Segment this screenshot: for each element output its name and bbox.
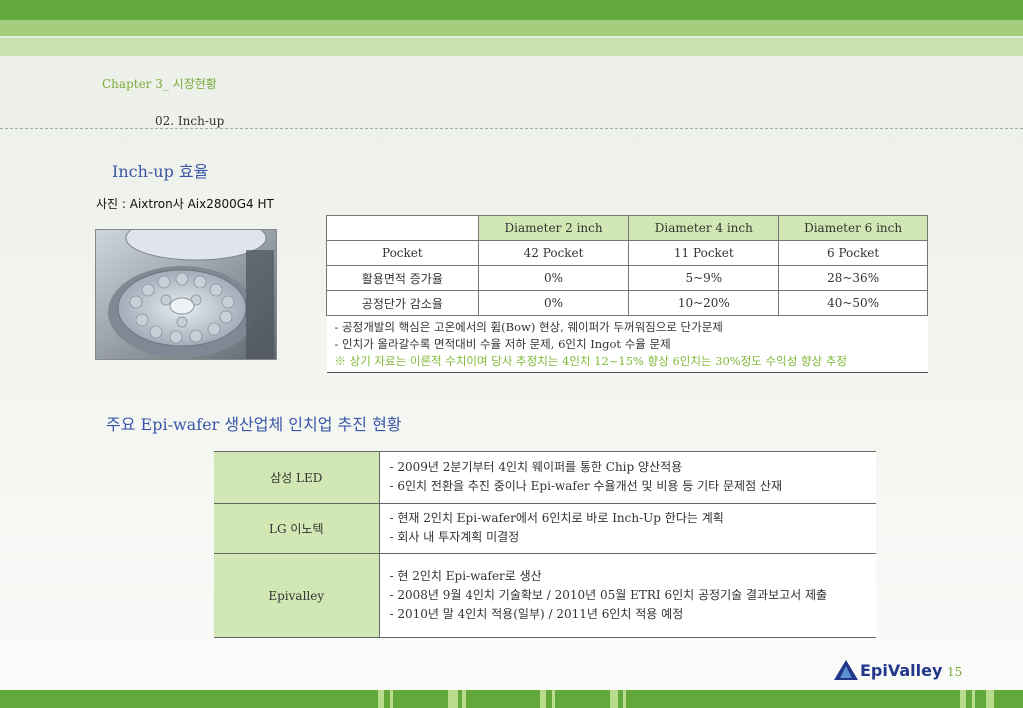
chapter-title: Chapter 3_ 시장현황: [102, 77, 217, 91]
company-description: - 현 2인치 Epi-wafer로 생산 - 2008년 9월 4인치 기술확…: [379, 553, 876, 638]
company-label: LG 이노텍: [214, 503, 380, 554]
table-cell: 40~50%: [778, 290, 928, 316]
epi-heading: 주요 Epi-wafer 생산업체 인치업 추진 현황: [106, 415, 402, 434]
epi-table: 삼성 LED - 2009년 2분기부터 4인치 웨이퍼를 통한 Chip 양산…: [214, 451, 876, 638]
table-row: Pocket 42 Pocket 11 Pocket 6 Pocket: [326, 240, 928, 266]
table-cell: 0%: [477, 265, 630, 291]
table-cell: 6 Pocket: [778, 240, 928, 266]
table-row: 삼성 LED - 2009년 2분기부터 4인치 웨이퍼를 통한 Chip 양산…: [214, 451, 876, 504]
row-label: 공정단가 감소율: [326, 290, 479, 316]
table-cell: 10~20%: [628, 290, 780, 316]
desc-line: - 현재 2인치 Epi-wafer에서 6인치로 바로 Inch-Up 한다는…: [389, 511, 724, 525]
logo-text: EpiValley: [860, 660, 943, 680]
logo-triangle-icon: [834, 660, 858, 680]
table-cell: 0%: [477, 290, 630, 316]
photo-caption: 사진 : Aixtron사 Aix2800G4 HT: [96, 197, 274, 211]
table-row: 공정단가 감소율 0% 10~20% 40~50%: [326, 290, 928, 316]
table-notes: - 공정개발의 핵심은 고온에서의 휨(Bow) 현상, 웨이퍼가 두꺼워짐으로…: [326, 315, 928, 373]
page-number: 15: [947, 665, 963, 679]
table-cell: 5~9%: [628, 265, 780, 291]
desc-line: - 2008년 9월 4인치 기술확보 / 2010년 05월 ETRI 6인치…: [389, 587, 828, 602]
company-description: - 현재 2인치 Epi-wafer에서 6인치로 바로 Inch-Up 한다는…: [379, 503, 876, 554]
row-label: 활용면적 증가율: [326, 265, 479, 291]
desc-line: - 6인치 전환을 추진 중이나 Epi-wafer 수율개선 및 비용 등 기…: [389, 479, 783, 493]
company-label: 삼성 LED: [214, 451, 380, 504]
note-line: - 공정개발의 핵심은 고온에서의 휨(Bow) 현상, 웨이퍼가 두꺼워짐으로…: [334, 320, 723, 334]
desc-line: - 2010년 말 4인치 적용(일부) / 2011년 6인치 적용 예정: [389, 606, 684, 621]
table-cell: 11 Pocket: [628, 240, 780, 266]
row-label: Pocket: [326, 240, 479, 266]
company-description: - 2009년 2분기부터 4인치 웨이퍼를 통한 Chip 양산적용 - 6인…: [379, 451, 876, 504]
reactor-photo: [95, 229, 277, 360]
header-divider: [0, 128, 1023, 129]
note-line: - 인치가 올라갈수록 면적대비 수율 저하 문제, 6인치 Ingot 수율 …: [334, 337, 671, 351]
company-label: Epivalley: [214, 553, 380, 638]
column-header: Diameter 2 inch: [477, 215, 630, 241]
table-row: Epivalley - 현 2인치 Epi-wafer로 생산 - 2008년 …: [214, 553, 876, 638]
inchup-heading: Inch-up 효율: [112, 162, 209, 181]
inchup-table: Diameter 2 inch Diameter 4 inch Diameter…: [326, 215, 928, 373]
desc-line: - 회사 내 투자계획 미결정: [389, 530, 520, 544]
column-header: Diameter 4 inch: [628, 215, 780, 241]
top-banner: [0, 0, 1023, 56]
highlight-note: ※ 상기 자료는 이론적 수치이며 당사 추정치는 4인치 12~15% 향상 …: [334, 354, 847, 368]
table-row: LG 이노텍 - 현재 2인치 Epi-wafer에서 6인치로 바로 Inch…: [214, 503, 876, 554]
bottom-banner: [0, 690, 1023, 708]
table-cell: 42 Pocket: [477, 240, 630, 266]
epivalley-logo: EpiValley: [834, 660, 942, 680]
table-cell: 28~36%: [778, 265, 928, 291]
table-row: 활용면적 증가율 0% 5~9% 28~36%: [326, 265, 928, 291]
desc-line: - 2009년 2분기부터 4인치 웨이퍼를 통한 Chip 양산적용: [389, 460, 683, 474]
desc-line: - 현 2인치 Epi-wafer로 생산: [389, 568, 542, 583]
section-title: 02. Inch-up: [155, 114, 225, 128]
column-header: Diameter 6 inch: [778, 215, 928, 241]
